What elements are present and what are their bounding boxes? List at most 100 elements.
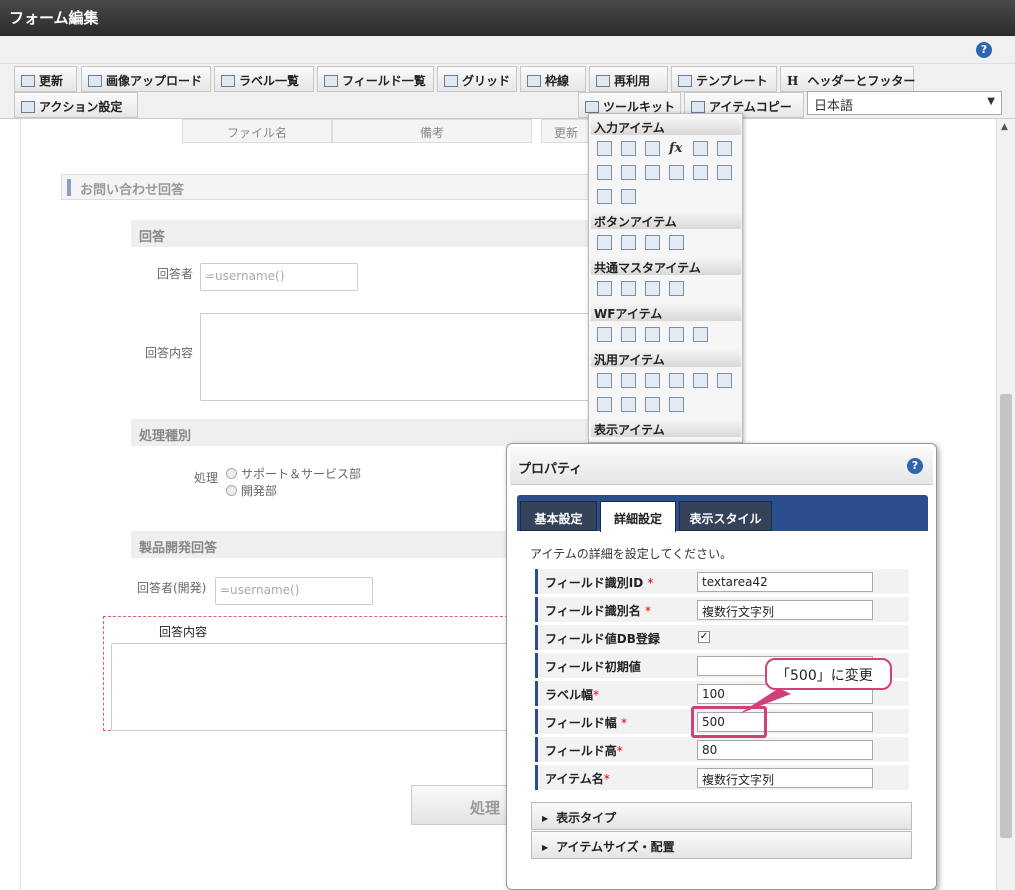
db-register-checkbox[interactable]: ✓ (698, 631, 710, 643)
stamp-icon[interactable] (693, 327, 708, 342)
toolkit-group-input: 入力アイテム (591, 117, 741, 135)
item-name-input[interactable]: 複数行文字列 (697, 768, 873, 788)
camera-item-icon[interactable] (645, 373, 660, 388)
image-upload-button[interactable]: 画像アップロード (81, 66, 211, 92)
action-icon (21, 101, 35, 113)
formula-icon[interactable]: fx (669, 141, 684, 156)
grid-item-icon[interactable] (621, 189, 636, 204)
answer-content-textarea[interactable] (200, 313, 591, 401)
hidden-item-icon[interactable] (597, 373, 612, 388)
organization-item-icon[interactable] (621, 281, 636, 296)
dev-content-textarea[interactable] (111, 643, 521, 731)
submit-button-item-icon[interactable] (597, 235, 612, 250)
triangle-right-icon: ▶ (542, 814, 549, 823)
toolkit-group-master: 共通マスタアイテム (591, 257, 741, 275)
checkbox-item-icon[interactable] (645, 165, 660, 180)
field-height-input[interactable]: 80 (697, 740, 873, 760)
textbox-item-icon[interactable] (621, 141, 636, 156)
panel-item-icon[interactable] (597, 397, 612, 412)
back-button-item-icon[interactable] (645, 235, 660, 250)
return-button-item-icon[interactable] (669, 235, 684, 250)
radio-support[interactable]: サポート＆サービス部 (226, 465, 361, 482)
callout-arrow (739, 688, 791, 714)
label-item-icon[interactable] (597, 141, 612, 156)
field-name-input[interactable]: 複数行文字列 (697, 600, 873, 620)
tab-detail-settings[interactable]: 詳細設定 (600, 501, 676, 532)
header-icon: H (787, 74, 799, 88)
toolkit-group-button: ボタンアイテム (591, 211, 741, 229)
language-select[interactable]: 日本語 ▼ (807, 91, 1002, 115)
process-button[interactable]: 処理 (411, 785, 521, 825)
form-section-title: お問い合わせ回答 (61, 174, 591, 200)
field-id-input[interactable]: textarea42 (697, 572, 873, 592)
template-button[interactable]: テンプレート (671, 66, 777, 92)
wf-comment-icon[interactable] (597, 327, 612, 342)
header-footer-button[interactable]: H ヘッダーとフッター (780, 66, 915, 92)
label-list-button[interactable]: ラベル一覧 (214, 66, 314, 92)
number-item-icon[interactable] (645, 141, 660, 156)
toolkit-panel: 入力アイテム fx ボタンアイテム 共通マスタアイテム WFアイテム 汎用アイテ… (588, 113, 743, 443)
field-list-button[interactable]: フィールド一覧 (317, 66, 434, 92)
field-row-db: フィールド値DB登録 ✓ (535, 625, 909, 651)
textarea-item-icon[interactable] (621, 165, 636, 180)
user-item-icon[interactable] (597, 281, 612, 296)
properties-header: プロパティ ? (510, 447, 933, 485)
radio-item-icon[interactable] (669, 165, 684, 180)
wf-history-icon[interactable] (669, 327, 684, 342)
window-title: フォーム編集 (0, 0, 1015, 36)
scroll-up-icon[interactable]: ▲ (1001, 122, 1008, 132)
label-list-icon (221, 75, 235, 87)
help-bar: ? (0, 36, 1015, 64)
download-file-icon[interactable] (717, 373, 732, 388)
calendar-item-icon[interactable] (669, 397, 684, 412)
listbox-item-icon[interactable] (693, 165, 708, 180)
radio-icon[interactable] (226, 468, 237, 479)
field-row-name: フィールド識別名 * 複数行文字列 (535, 597, 909, 623)
dropdown-arrow-icon: ▼ (987, 96, 995, 107)
radio-dev[interactable]: 開発部 (226, 482, 277, 499)
reuse-icon (596, 75, 610, 87)
datetime-item-icon[interactable] (717, 141, 732, 156)
toolkit-group-display: 表示アイテム (591, 419, 741, 437)
pulldown-item-icon[interactable] (717, 165, 732, 180)
callout-annotation: 「500」に変更 (765, 658, 892, 690)
help-icon[interactable]: ? (976, 42, 992, 58)
upload-item-icon[interactable] (597, 189, 612, 204)
answerer-input[interactable]: =username() (200, 263, 358, 291)
properties-help-icon[interactable]: ? (907, 458, 923, 474)
role-item-icon[interactable] (645, 281, 660, 296)
select-item-icon[interactable] (597, 165, 612, 180)
next-button-item-icon[interactable] (621, 235, 636, 250)
dev-content-label: 回答内容 (159, 625, 208, 639)
tree-item-icon[interactable] (645, 397, 660, 412)
properties-description: アイテムの詳細を設定してください。 (530, 547, 733, 561)
border-button[interactable]: 枠線 (520, 66, 586, 92)
accordion-display-type[interactable]: ▶ 表示タイプ (531, 802, 912, 830)
attachment-icon[interactable] (621, 327, 636, 342)
radio-icon[interactable] (226, 485, 237, 496)
vertical-scrollbar[interactable]: ▲ (996, 119, 1015, 890)
wf-image-icon[interactable] (645, 327, 660, 342)
grid-icon (444, 75, 458, 87)
upload-file-icon[interactable] (693, 373, 708, 388)
search-item-icon[interactable] (669, 373, 684, 388)
date-item-icon[interactable] (693, 141, 708, 156)
dev-answerer-input[interactable]: =username() (215, 577, 373, 605)
section-processing-type: 処理種別 (131, 419, 591, 446)
reuse-button[interactable]: 再利用 (589, 66, 668, 92)
action-settings-button[interactable]: アクション設定 (14, 92, 138, 118)
company-item-icon[interactable] (669, 281, 684, 296)
scroll-thumb[interactable] (1000, 394, 1012, 838)
document-item-icon[interactable] (621, 373, 636, 388)
field-list-icon (324, 75, 338, 87)
accordion-item-size[interactable]: ▶ アイテムサイズ・配置 (531, 831, 912, 859)
tab-display-style[interactable]: 表示スタイル (679, 501, 772, 531)
answerer-label: 回答者 (157, 267, 194, 281)
column-header-updated: 更新 (541, 119, 591, 143)
card-item-icon[interactable] (621, 397, 636, 412)
grid-button[interactable]: グリッド (437, 66, 517, 92)
update-button[interactable]: 更新 (14, 66, 77, 92)
toolkit-icon (585, 101, 599, 113)
processing-label: 処理 (194, 471, 219, 485)
tab-basic-settings[interactable]: 基本設定 (520, 501, 597, 531)
